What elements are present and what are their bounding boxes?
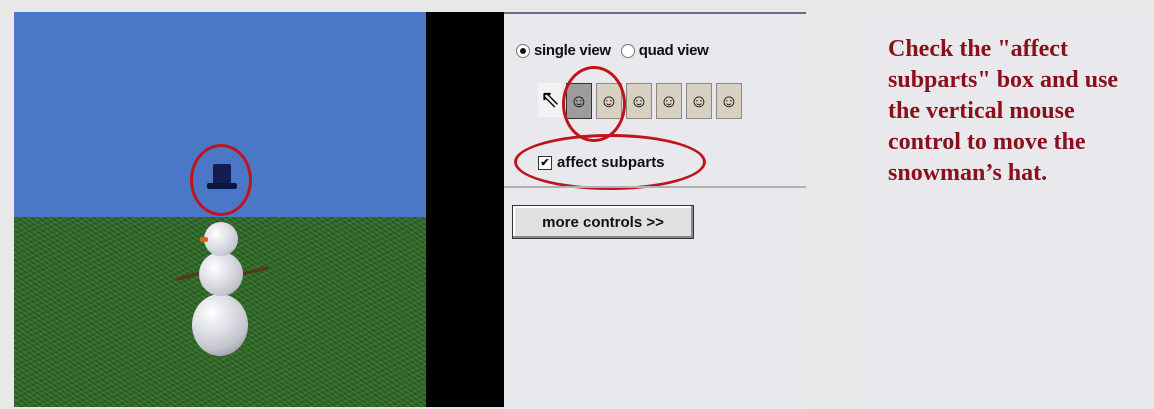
snowman-nose bbox=[200, 237, 208, 242]
snowman-middle[interactable] bbox=[199, 252, 243, 296]
quad-view-label[interactable]: quad view bbox=[639, 42, 709, 59]
snowman-head[interactable] bbox=[204, 222, 238, 256]
tool-highlight-circle bbox=[562, 66, 626, 142]
view-mode-selector: single view quad view bbox=[516, 42, 719, 59]
quad-view-radio[interactable] bbox=[620, 43, 635, 58]
resize-icon[interactable]: ☺ bbox=[686, 83, 712, 119]
single-view-radio[interactable] bbox=[516, 43, 530, 58]
scene-viewport[interactable] bbox=[14, 12, 426, 407]
hat-highlight-circle bbox=[190, 144, 252, 216]
pointer-icon[interactable]: ⇖ bbox=[538, 83, 562, 117]
instruction-panel: Check the "affect subparts" box and use … bbox=[870, 12, 1154, 407]
instruction-text: Check the "affect subparts" box and use … bbox=[888, 36, 1119, 186]
rotate-icon[interactable]: ☺ bbox=[626, 83, 652, 119]
single-view-label[interactable]: single view bbox=[534, 42, 611, 59]
checkbox-highlight-circle bbox=[514, 134, 706, 190]
divider-bar bbox=[426, 12, 504, 407]
snowman-bottom[interactable] bbox=[192, 294, 248, 356]
turn-icon[interactable]: ☺ bbox=[656, 83, 682, 119]
panel-separator bbox=[504, 186, 806, 188]
control-panel: single view quad view ⇖ ☺ ☺ ☺ ☺ ☺ ☺ ✔ af… bbox=[504, 12, 806, 409]
more-controls-button[interactable]: more controls >> bbox=[512, 205, 694, 239]
drop-icon[interactable]: ☺ bbox=[716, 83, 742, 119]
